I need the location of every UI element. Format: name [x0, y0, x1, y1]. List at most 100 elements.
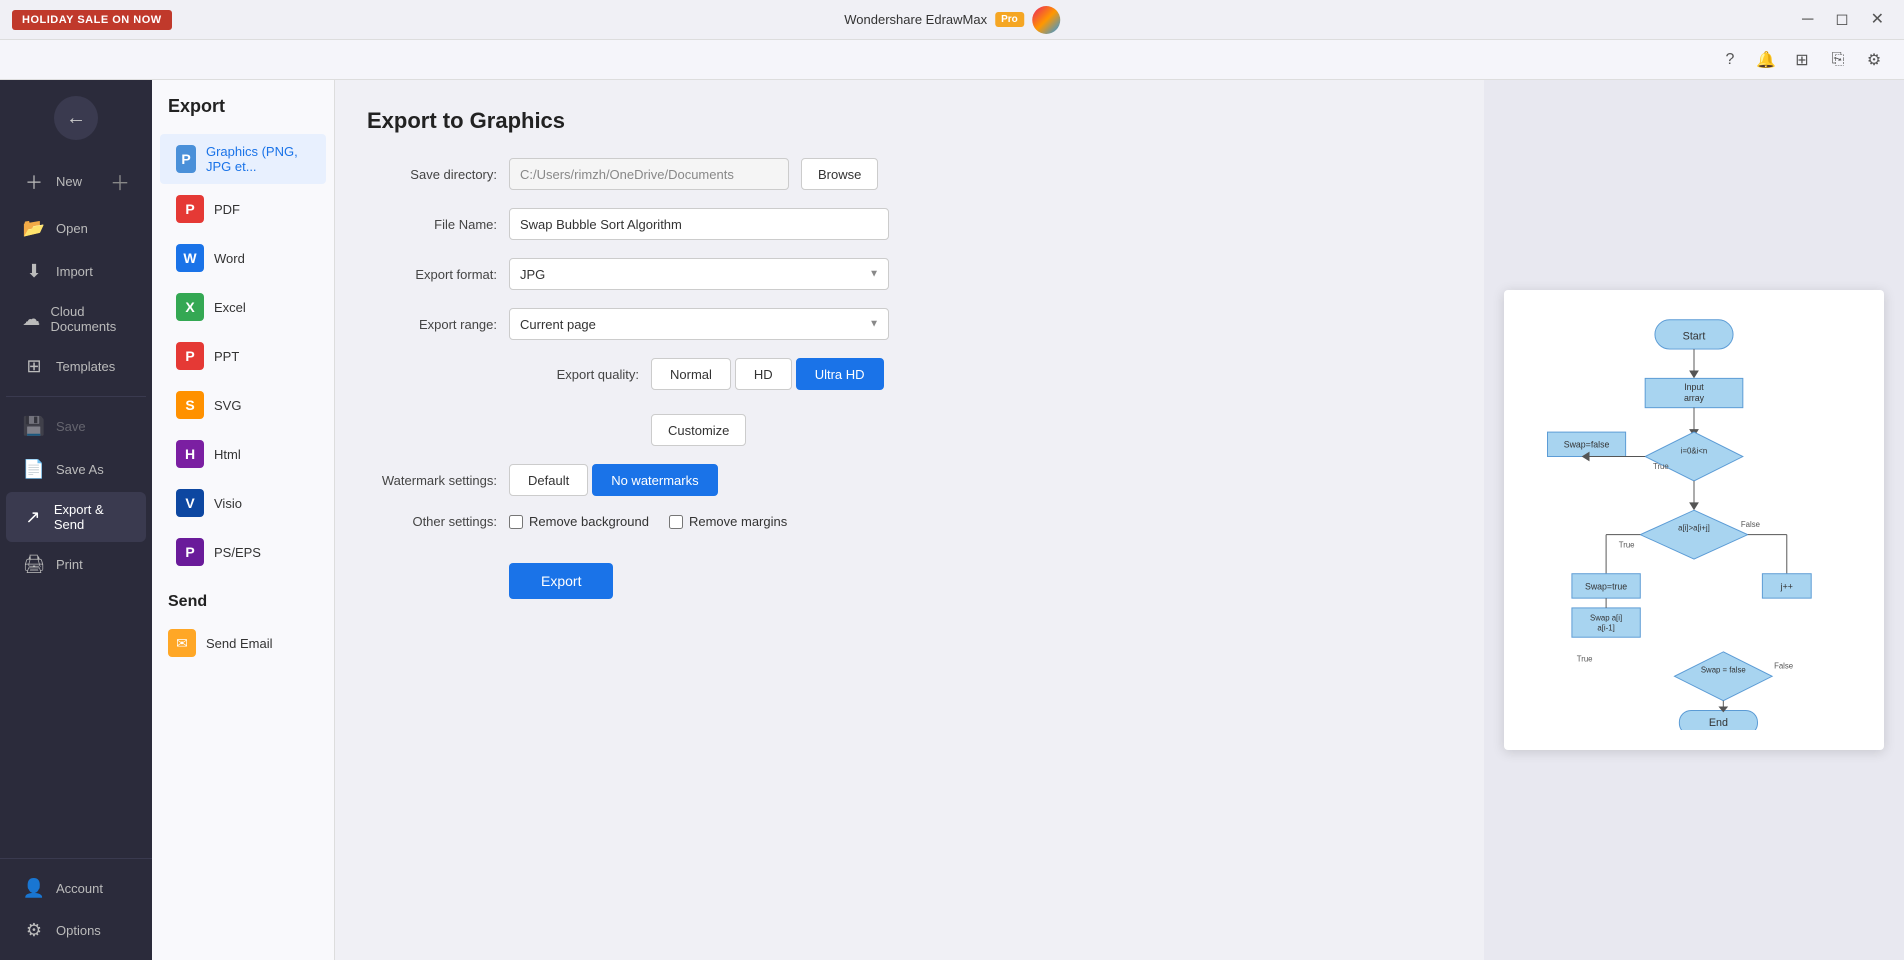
sidebar-label-export: Export & Send [54, 502, 130, 532]
watermark-default-button[interactable]: Default [509, 464, 588, 496]
format-label-word: Word [214, 251, 245, 266]
sidebar-item-account[interactable]: 👤 Account [6, 868, 146, 909]
svg-text:a[i]>a[i+j]: a[i]>a[i+j] [1678, 524, 1710, 533]
watermark-row: Watermark settings: Default No watermark… [367, 464, 1452, 496]
format-item-word[interactable]: W Word [160, 234, 326, 282]
svg-text:False: False [1774, 661, 1793, 670]
maximize-button[interactable]: ◻ [1827, 8, 1856, 32]
svg-text:j++: j++ [1780, 581, 1793, 591]
export-range-label: Export range: [367, 317, 497, 332]
other-settings-row: Other settings: Remove background Remove… [367, 514, 1452, 529]
cloud-icon: ☁ [22, 309, 40, 330]
main-content: Export to Graphics Save directory: Brows… [335, 80, 1484, 960]
quality-ultrahd-button[interactable]: Ultra HD [796, 358, 884, 390]
graphics-icon: P [176, 145, 196, 173]
file-name-row: File Name: [367, 208, 1452, 240]
watermark-none-button[interactable]: No watermarks [592, 464, 717, 496]
sidebar-label-open: Open [56, 221, 88, 236]
sidebar-label-templates: Templates [56, 359, 115, 374]
sidebar-item-label: New [56, 174, 82, 189]
svg-text:False: False [1741, 520, 1760, 529]
save-directory-row: Save directory: Browse [367, 158, 1452, 190]
format-label-svg: SVG [214, 398, 241, 413]
open-icon: 📂 [22, 218, 46, 239]
preview-area: Start Input array Swap=false i=0&i<n [1484, 80, 1904, 960]
visio-icon: V [176, 489, 204, 517]
export-icon: ↗ [22, 507, 44, 528]
ps-icon: P [176, 538, 204, 566]
remove-bg-checkbox[interactable] [509, 515, 523, 529]
sidebar-item-new[interactable]: ＋ New ＋ [6, 157, 146, 206]
format-item-graphics[interactable]: P Graphics (PNG, JPG et... [160, 134, 326, 184]
export-range-select[interactable]: Current page All pages Selected shapes [509, 308, 889, 340]
sidebar-item-saveas[interactable]: 📄 Save As [6, 449, 146, 490]
format-item-ppt[interactable]: P PPT [160, 332, 326, 380]
word-icon: W [176, 244, 204, 272]
sidebar-item-import[interactable]: ⬇ Import [6, 251, 146, 292]
sidebar-item-save[interactable]: 💾 Save [6, 406, 146, 447]
file-name-input[interactable] [509, 208, 889, 240]
customize-button[interactable]: Customize [651, 414, 746, 446]
sidebar-item-options[interactable]: ⚙ Options [6, 910, 146, 951]
svg-text:Swap=true: Swap=true [1585, 581, 1627, 591]
sidebar-item-cloud[interactable]: ☁ Cloud Documents [6, 294, 146, 344]
save-directory-label: Save directory: [367, 167, 497, 182]
export-button[interactable]: Export [509, 563, 613, 599]
sidebar-label-print: Print [56, 557, 83, 572]
new-icon: ＋ [22, 169, 46, 195]
help-icon[interactable]: ? [1716, 46, 1744, 74]
avatar [1032, 6, 1060, 34]
apps-icon[interactable]: ⊞ [1788, 46, 1816, 74]
preview-card: Start Input array Swap=false i=0&i<n [1504, 290, 1884, 750]
format-item-svg[interactable]: S SVG [160, 381, 326, 429]
back-button[interactable]: ← [54, 96, 98, 140]
export-section-title: Export [152, 96, 334, 133]
checkbox-group: Remove background Remove margins [509, 514, 787, 529]
format-label-excel: Excel [214, 300, 246, 315]
close-button[interactable]: ✕ [1863, 8, 1892, 32]
sidebar-item-print[interactable]: 🖨 Print [6, 544, 146, 585]
format-item-pdf[interactable]: P PDF [160, 185, 326, 233]
pdf-icon: P [176, 195, 204, 223]
title-bar-right: ─ ◻ ✕ [1794, 8, 1892, 32]
sidebar-label-cloud: Cloud Documents [50, 304, 130, 334]
import-icon: ⬇ [22, 261, 46, 282]
format-item-ps[interactable]: P PS/EPS [160, 528, 326, 576]
export-format-select[interactable]: JPG PNG BMP GIF TIFF SVG [509, 258, 889, 290]
email-icon: ✉ [168, 629, 196, 657]
browse-button[interactable]: Browse [801, 158, 878, 190]
sidebar-item-open[interactable]: 📂 Open [6, 208, 146, 249]
sidebar-item-templates[interactable]: ⊞ Templates [6, 346, 146, 387]
notification-icon[interactable]: 🔔 [1752, 46, 1780, 74]
format-item-html[interactable]: H Html [160, 430, 326, 478]
minimize-button[interactable]: ─ [1794, 8, 1821, 32]
quality-normal-button[interactable]: Normal [651, 358, 731, 390]
title-bar-center: Wondershare EdrawMax Pro [844, 6, 1060, 34]
sidebar-label-account: Account [56, 881, 103, 896]
html-icon: H [176, 440, 204, 468]
share-icon[interactable]: ⎘ [1824, 46, 1852, 74]
left-sidebar: ← ＋ New ＋ 📂 Open ⬇ Import ☁ Cloud Docume… [0, 80, 152, 960]
svg-text:Start: Start [1683, 330, 1706, 342]
send-email-item[interactable]: ✉ Send Email [168, 619, 318, 667]
format-item-excel[interactable]: X Excel [160, 283, 326, 331]
pro-badge: Pro [995, 12, 1024, 27]
remove-margins-checkbox[interactable] [669, 515, 683, 529]
export-format-wrapper: JPG PNG BMP GIF TIFF SVG ▼ [509, 258, 889, 290]
title-bar-left: HOLIDAY SALE ON NOW [12, 10, 172, 30]
save-directory-input[interactable] [509, 158, 789, 190]
format-item-visio[interactable]: V Visio [160, 479, 326, 527]
remove-bg-text: Remove background [529, 514, 649, 529]
sidebar-divider [6, 396, 146, 397]
other-settings-label: Other settings: [367, 514, 497, 529]
sidebar-label-save: Save [56, 419, 86, 434]
export-range-row: Export range: Current page All pages Sel… [367, 308, 1452, 340]
quality-hd-button[interactable]: HD [735, 358, 792, 390]
sidebar-item-export[interactable]: ↗ Export & Send [6, 492, 146, 542]
excel-icon: X [176, 293, 204, 321]
settings-icon[interactable]: ⚙ [1860, 46, 1888, 74]
app-name: Wondershare EdrawMax [844, 12, 987, 27]
remove-margins-label[interactable]: Remove margins [669, 514, 787, 529]
holiday-sale-button[interactable]: HOLIDAY SALE ON NOW [12, 10, 172, 30]
remove-bg-label[interactable]: Remove background [509, 514, 649, 529]
